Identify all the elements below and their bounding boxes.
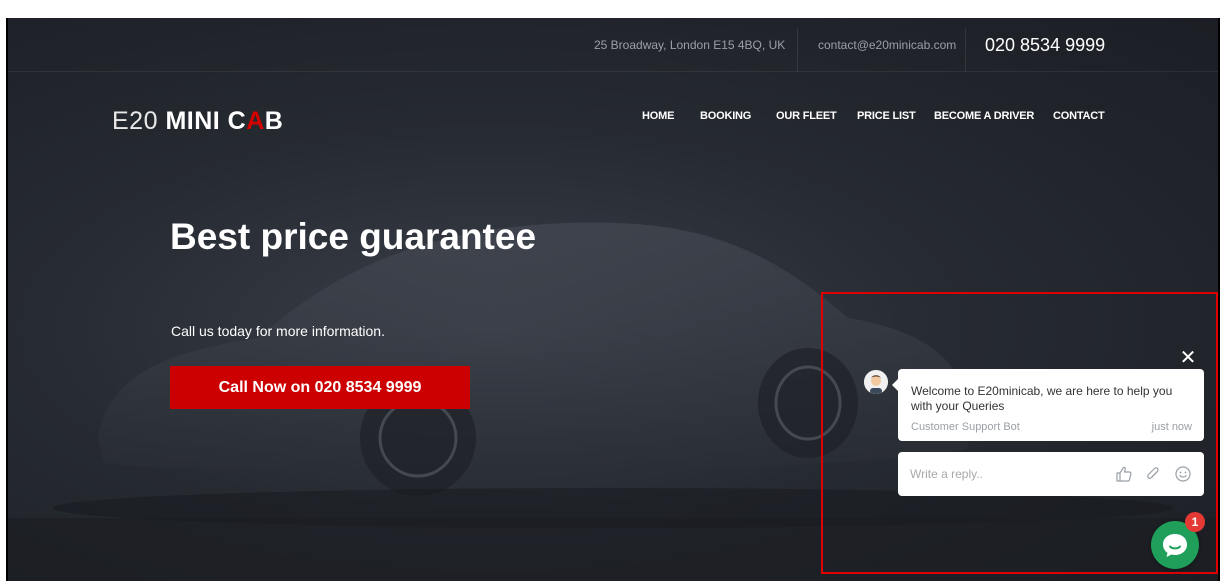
chat-sender-name: Customer Support Bot: [911, 421, 1020, 433]
email-link[interactable]: contact@e20minicab.com: [818, 18, 956, 72]
hero-subtitle: Call us today for more information.: [171, 323, 385, 339]
paperclip-icon[interactable]: [1144, 465, 1162, 483]
nav-become-a-driver[interactable]: BECOME A DRIVER: [934, 110, 1034, 122]
smiley-icon[interactable]: [1174, 465, 1192, 483]
main-nav: HOME BOOKING OUR FLEET PRICE LIST BECOME…: [8, 110, 1218, 130]
person-avatar-icon: [864, 370, 888, 394]
address-text: 25 Broadway, London E15 4BQ, UK: [594, 38, 786, 52]
reply-input[interactable]: [910, 462, 1100, 486]
chat-timestamp: just now: [1151, 421, 1192, 433]
close-icon[interactable]: ✕: [1178, 348, 1198, 368]
nav-home[interactable]: HOME: [642, 110, 674, 122]
hero-title: Best price guarantee: [170, 216, 537, 257]
bot-avatar: [864, 370, 888, 394]
nav-contact[interactable]: CONTACT: [1053, 110, 1105, 122]
nav-our-fleet[interactable]: OUR FLEET: [776, 110, 837, 122]
thumbs-up-icon[interactable]: [1115, 465, 1133, 483]
phone-link[interactable]: 020 8534 9999: [985, 18, 1105, 72]
divider: [797, 28, 798, 72]
call-now-button[interactable]: Call Now on 020 8534 9999: [170, 366, 470, 409]
page-viewport: 25 Broadway, London E15 4BQ, UK contact@…: [8, 18, 1218, 581]
unread-badge: 1: [1185, 512, 1205, 532]
divider: [965, 28, 966, 72]
nav-price-list[interactable]: PRICE LIST: [857, 110, 916, 122]
nav-booking[interactable]: BOOKING: [700, 110, 751, 122]
chat-reply-box: [898, 452, 1204, 496]
chat-message-text: Welcome to E20minicab, we are here to he…: [911, 384, 1173, 413]
top-info-bar: 25 Broadway, London E15 4BQ, UK contact@…: [8, 18, 1218, 72]
chat-message-bubble: Welcome to E20minicab, we are here to he…: [892, 369, 1204, 441]
